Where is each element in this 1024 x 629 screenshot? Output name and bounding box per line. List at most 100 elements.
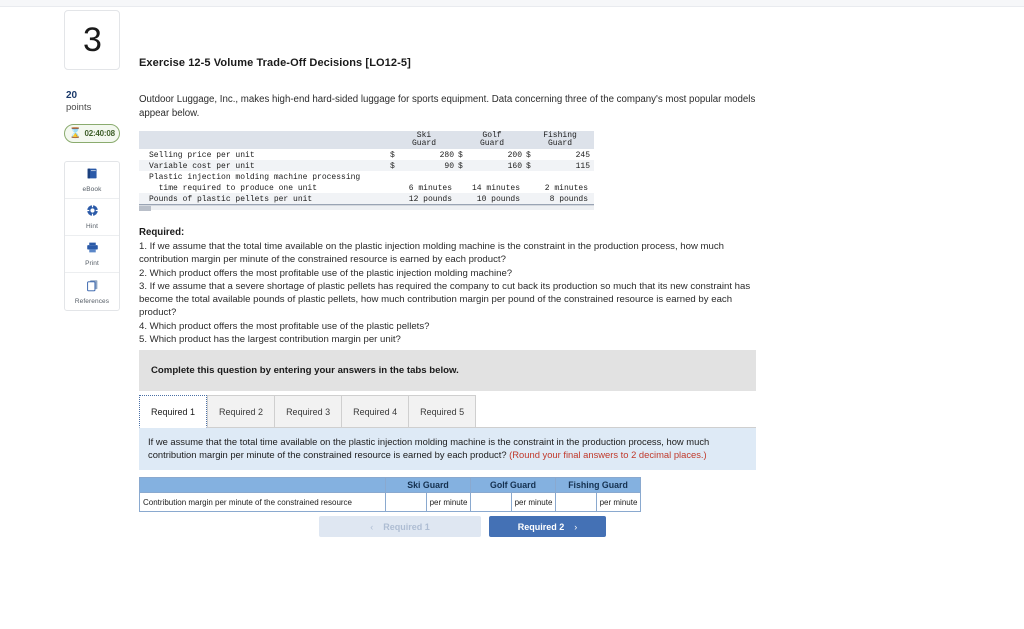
answer-input-cell-ski[interactable] — [385, 492, 427, 513]
exercise-page: 3 20 points ⌛ 02:40:08 eBook Hint Print … — [0, 0, 1024, 629]
answer-grid-header-row: Ski Guard Golf Guard Fishing Guard — [139, 477, 641, 494]
tab-label: Required 1 — [151, 406, 196, 417]
answer-grid: Ski Guard Golf Guard Fishing Guard Contr… — [139, 477, 641, 513]
row-value-ski: 12 pounds — [390, 193, 458, 204]
answer-grid-corner — [139, 477, 386, 494]
table-row: Pounds of plastic pellets per unit 12 po… — [139, 193, 594, 204]
row-value-fishing: 115 — [540, 160, 594, 171]
hourglass-icon: ⌛ — [69, 127, 82, 139]
tool-hint-label: Hint — [86, 223, 98, 230]
printer-icon — [86, 241, 99, 258]
data-table-header-row: Ski Guard Golf Guard Fishing Guard — [139, 131, 594, 149]
answer-grid-header-fishing: Fishing Guard — [555, 477, 641, 494]
table-row-continuation: time required to produce one unit 6 minu… — [139, 182, 594, 193]
chevron-right-icon: › — [574, 521, 578, 532]
timer-badge: ⌛ 02:40:08 — [64, 124, 120, 143]
requirement-nav: ‹ Required 1 Required 2 › — [319, 516, 606, 537]
tab-label: Required 2 — [219, 406, 264, 417]
data-table-wrapper: Ski Guard Golf Guard Fishing Guard Selling … — [139, 131, 594, 211]
required-item-3: 3. If we assume that a severe shortage o… — [139, 280, 751, 319]
tab-label: Required 5 — [420, 406, 465, 417]
row-currency: $ — [458, 160, 473, 171]
points-value: 20 — [66, 90, 78, 101]
left-rail: 3 20 points ⌛ 02:40:08 eBook Hint Print … — [64, 10, 120, 311]
answer-unit-fishing: per minute — [596, 492, 641, 513]
next-requirement-label: Required 2 — [517, 521, 565, 532]
row-label-2: time required to produce one unit — [149, 184, 318, 193]
table-row: Plastic injection molding machine proces… — [139, 171, 594, 182]
book-icon — [86, 167, 99, 184]
copy-icon — [86, 279, 99, 296]
tab-label: Required 4 — [353, 406, 398, 417]
tool-panel: eBook Hint Print References — [64, 161, 120, 311]
required-heading: Required: — [139, 227, 185, 238]
row-value-ski: 6 minutes — [408, 184, 452, 193]
prev-requirement-button[interactable]: ‹ Required 1 — [319, 516, 481, 537]
tool-references[interactable]: References — [65, 273, 119, 310]
answer-input-cell-golf[interactable] — [470, 492, 512, 513]
tab-required-5[interactable]: Required 5 — [408, 395, 477, 428]
prev-requirement-label: Required 1 — [383, 521, 430, 532]
row-currency: $ — [390, 160, 405, 171]
tool-print-label: Print — [85, 260, 99, 267]
answer-grid-header-ski: Ski Guard — [385, 477, 471, 494]
answer-unit-ski: per minute — [426, 492, 471, 513]
row-label: Variable cost per unit — [139, 160, 390, 171]
row-value-golf: 160 — [472, 160, 526, 171]
page-title: Exercise 12-5 Volume Trade-Off Decisions… — [139, 57, 411, 69]
required-item-2: 2. Which product offers the most profita… — [139, 267, 513, 279]
row-currency: $ — [526, 151, 531, 160]
tab-required-2[interactable]: Required 2 — [207, 395, 275, 428]
answer-grid-header-golf: Golf Guard — [470, 477, 556, 494]
data-table-scrollbar[interactable] — [139, 205, 594, 211]
row-label: Selling price per unit — [149, 151, 255, 160]
question-number: 3 — [83, 21, 102, 59]
required-section: Required: 1. If we assume that the total… — [139, 226, 769, 346]
required-item-5: 5. Which product has the largest contrib… — [139, 334, 401, 346]
question-number-box: 3 — [64, 10, 120, 70]
product-data-table: Ski Guard Golf Guard Fishing Guard Selling … — [139, 131, 594, 205]
row-value-ski: 280 — [439, 151, 454, 160]
rounding-note: (Round your final answers to 2 decimal p… — [509, 449, 707, 461]
data-table-col-fishing: Fishing Guard — [526, 131, 594, 149]
tab-label: Required 3 — [286, 406, 331, 417]
row-value-golf: 200 — [507, 151, 522, 160]
tool-hint[interactable]: Hint — [65, 199, 119, 236]
exercise-intro: Outdoor Luggage, Inc., makes high-end ha… — [139, 94, 756, 119]
answer-input-fishing[interactable] — [556, 497, 596, 511]
next-requirement-button[interactable]: Required 2 › — [489, 516, 606, 537]
answer-input-ski[interactable] — [386, 497, 426, 511]
timer-value: 02:40:08 — [84, 129, 115, 138]
table-row: Variable cost per unit $ 90 $ 160 $ 115 — [139, 160, 594, 171]
required-item-1: 1. If we assume that the total time avai… — [139, 241, 724, 266]
requirement-tabs: Required 1 Required 2 Required 3 Require… — [139, 395, 756, 428]
answer-unit-golf: per minute — [511, 492, 556, 513]
tool-print[interactable]: Print — [65, 236, 119, 273]
tab-required-1[interactable]: Required 1 — [139, 395, 208, 428]
row-value-golf: 14 minutes — [471, 184, 520, 193]
row-label: Plastic injection molding machine proces… — [149, 173, 361, 182]
tool-references-label: References — [74, 297, 110, 305]
row-currency: $ — [526, 160, 541, 171]
tool-ebook[interactable]: eBook — [65, 162, 119, 199]
answer-banner: Complete this question by entering your … — [139, 350, 756, 391]
data-table-col-ski: Ski Guard — [390, 131, 458, 149]
answer-input-golf[interactable] — [471, 497, 511, 511]
row-label: Pounds of plastic pellets per unit — [139, 193, 390, 204]
row-currency: $ — [390, 151, 395, 160]
required-item-4: 4. Which product offers the most profita… — [139, 320, 430, 332]
top-strip — [0, 0, 1024, 7]
answer-row-label: Contribution margin per minute of the co… — [139, 492, 386, 513]
tab-required-4[interactable]: Required 4 — [341, 395, 409, 428]
lifebuoy-icon — [86, 204, 99, 221]
row-value-fishing: 8 pounds — [526, 193, 594, 204]
points-block: 20 points — [64, 90, 120, 114]
answer-panel: Complete this question by entering your … — [139, 350, 756, 513]
tab-required-3[interactable]: Required 3 — [274, 395, 342, 428]
row-value-golf: 10 pounds — [458, 193, 526, 204]
row-currency: $ — [458, 151, 463, 160]
answer-grid-row: Contribution margin per minute of the co… — [139, 492, 641, 513]
tool-ebook-label: eBook — [82, 186, 102, 193]
answer-input-cell-fishing[interactable] — [555, 492, 597, 513]
chevron-left-icon: ‹ — [370, 521, 374, 532]
